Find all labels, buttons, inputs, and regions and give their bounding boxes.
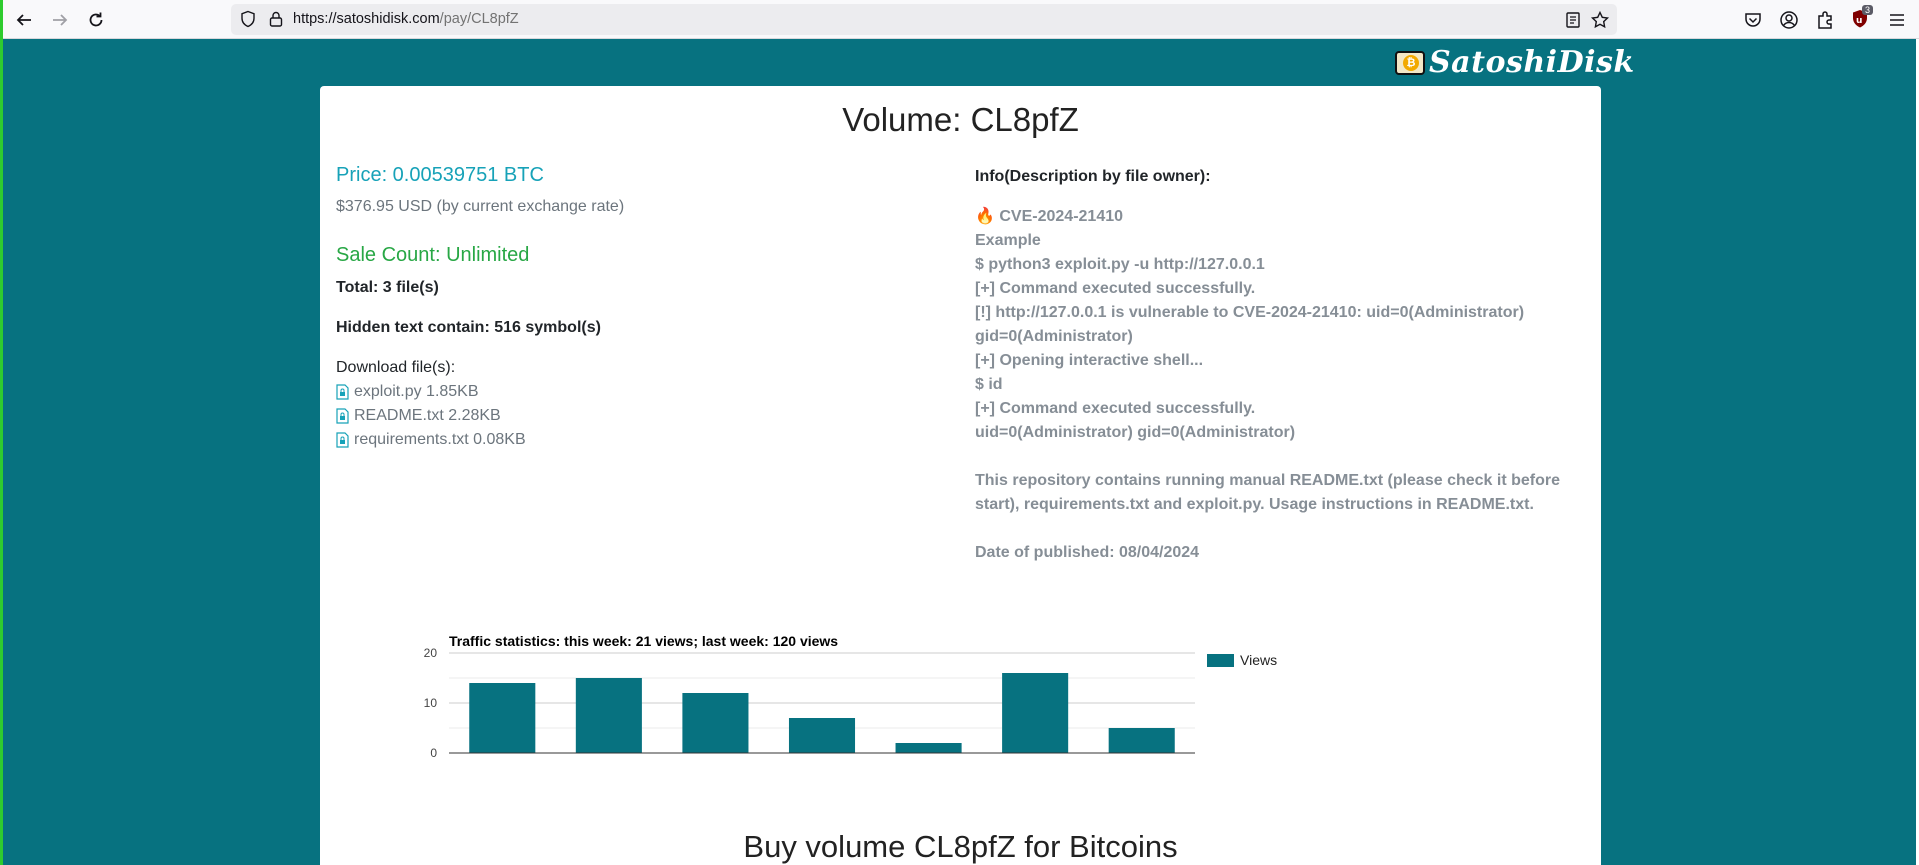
chart-bar [1002,673,1069,753]
url-bar[interactable]: https://satoshidisk.com/pay/CL8pfZ [231,4,1617,35]
logo-text: SatoshiDisk [1429,45,1635,80]
pocket-icon[interactable] [1742,9,1764,31]
info-line: uid=0(Administrator) gid=0(Administrator… [975,424,1296,441]
reload-icon [89,12,102,26]
cve-line: 🔥 CVE-2024-21410 [975,208,1124,225]
info-line: [+] Opening interactive shell... [975,352,1204,369]
site-logo[interactable]: ₿ SatoshiDisk [1395,45,1635,80]
forward-button[interactable] [46,6,73,33]
file-item-readme[interactable]: README.txt 2.28KB [336,407,501,425]
file-item-exploit[interactable]: exploit.py 1.85KB [336,383,479,401]
chart-legend-label: Views [1240,652,1277,668]
usd-price-text: $376.95 USD (by current exchange rate) [336,198,625,215]
chart-bar [469,683,536,753]
chart-svg: 0 10 20 Views [424,646,1277,760]
published-date: Date of published: 08/04/2024 [975,544,1200,561]
logo-badge: ₿ [1395,50,1425,75]
chart-bar [682,693,749,753]
ublock-extension-button[interactable]: u 3 [1849,5,1874,32]
info-description: This repository contains running manual … [975,472,1560,513]
extensions-puzzle-icon[interactable] [1814,9,1836,31]
traffic-chart: Traffic statistics: this week: 21 views;… [395,633,1495,843]
bookmark-star-icon[interactable] [1590,10,1610,30]
account-icon[interactable] [1778,9,1800,31]
chart-bar [895,743,962,753]
menu-hamburger-icon[interactable] [1886,9,1908,31]
hidden-text-count: Hidden text contain: 516 symbol(s) [336,319,601,336]
info-line: [+] Command executed successfully. [975,400,1256,417]
download-files-label: Download file(s): [336,359,456,376]
file-lock-icon [336,408,349,424]
url-text[interactable]: https://satoshidisk.com/pay/CL8pfZ [293,11,519,27]
back-arrow-icon [16,13,31,26]
bitcoin-coin-icon: ₿ [1403,54,1419,71]
file-item-requirements[interactable]: requirements.txt 0.08KB [336,431,526,449]
url-host: https://satoshidisk.com [293,11,440,27]
lock-icon[interactable] [267,10,285,28]
extension-badge: 3 [1862,5,1874,15]
svg-text:u: u [1856,16,1862,26]
back-button[interactable] [10,6,37,33]
info-line: $ id [975,376,1003,393]
info-line: [!] http://127.0.0.1 is vulnerable to CV… [975,304,1525,345]
reader-view-icon[interactable] [1563,10,1583,30]
chart-y-tick-label: 20 [424,646,438,660]
tracking-shield-icon[interactable] [239,10,257,28]
reload-button[interactable] [82,6,109,33]
chart-bar [788,718,856,753]
chart-bar [575,678,642,753]
info-line: Example [975,232,1041,249]
info-line: [+] Command executed successfully. [975,280,1256,297]
page-background: ₿ SatoshiDisk Volume: CL8pfZ Price: 0.00… [3,39,1916,865]
forward-arrow-icon [52,13,67,26]
info-line: $ python3 exploit.py -u http://127.0.0.1 [975,256,1265,273]
sale-count-text: Sale Count: Unlimited [336,244,530,266]
file-lock-icon [336,432,349,448]
url-path: /pay/CL8pfZ [439,11,519,27]
file-name: exploit.py 1.85KB [354,383,479,400]
chart-bar [1108,728,1175,753]
buy-title: Buy volume CL8pfZ for Bitcoins [743,829,1178,864]
file-lock-icon [336,384,349,400]
file-name: requirements.txt 0.08KB [354,431,526,448]
info-section: Info(Description by file owner): 🔥 CVE-2… [975,165,1575,565]
price-text: Price: 0.00539751 BTC [336,164,544,186]
file-name: README.txt 2.28KB [354,407,501,424]
volume-card: Volume: CL8pfZ Price: 0.00539751 BTC $37… [320,86,1601,865]
volume-title: Volume: CL8pfZ [842,101,1079,138]
total-files-text: Total: 3 file(s) [336,279,439,296]
chart-y-tick-label: 0 [430,746,437,760]
browser-toolbar: https://satoshidisk.com/pay/CL8pfZ u 3 [0,0,1919,39]
chart-legend-swatch [1207,654,1234,667]
chart-y-tick-label: 10 [424,696,438,710]
info-title: Info(Description by file owner): [975,168,1211,185]
